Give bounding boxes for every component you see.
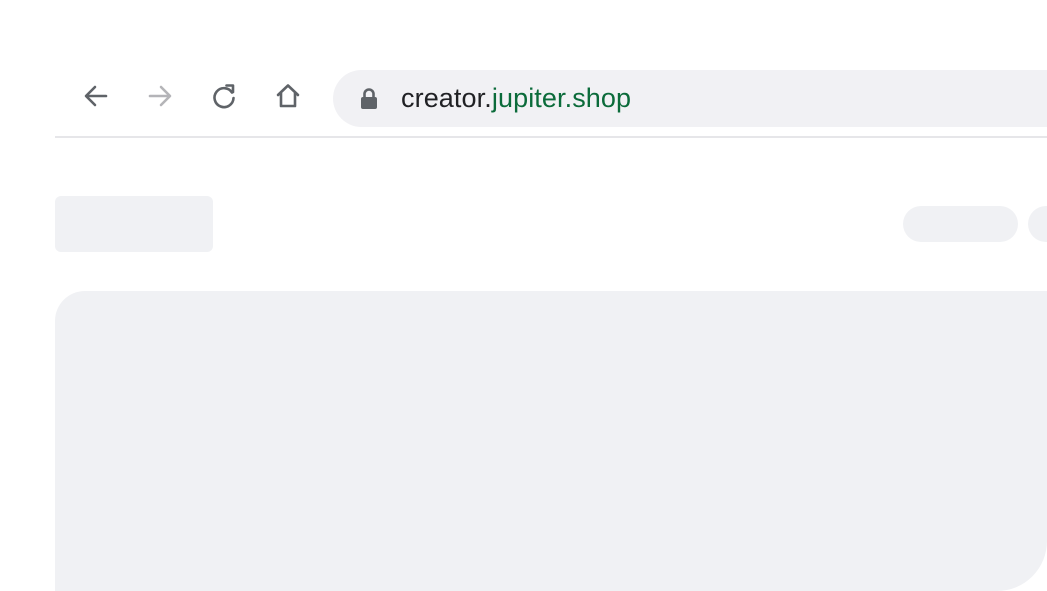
browser-toolbar: creator.jupiter.shop [55, 56, 1047, 138]
skeleton-hero-placeholder [55, 291, 1047, 591]
arrow-right-icon [148, 85, 172, 107]
reload-button[interactable] [209, 81, 239, 111]
home-button[interactable] [273, 81, 303, 111]
arrow-left-icon [84, 85, 108, 107]
lock-icon [359, 87, 379, 111]
reload-icon [213, 84, 235, 109]
skeleton-logo-placeholder [55, 196, 213, 252]
browser-page: creator.jupiter.shop [0, 0, 1047, 591]
home-icon [276, 84, 300, 108]
skeleton-nav-pill [1028, 206, 1047, 242]
url-prefix: creator. [401, 83, 492, 113]
url-text: creator.jupiter.shop [401, 83, 631, 114]
address-bar[interactable]: creator.jupiter.shop [333, 70, 1047, 127]
back-button[interactable] [81, 81, 111, 111]
url-host: jupiter.shop [491, 83, 632, 113]
skeleton-nav-pill [903, 206, 1018, 242]
forward-button[interactable] [145, 81, 175, 111]
